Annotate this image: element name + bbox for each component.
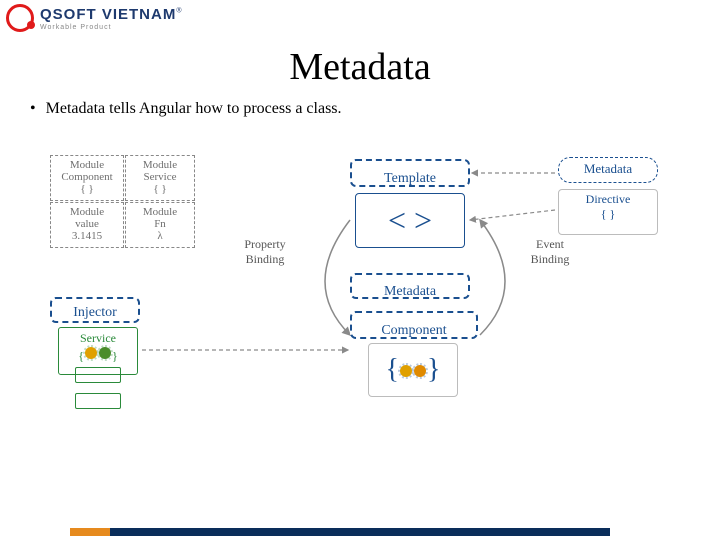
brand-logo: QSOFT VIETNAM® Workable Product xyxy=(6,4,182,32)
architecture-diagram: Module Component { } Module Service { } … xyxy=(50,155,670,465)
module-fn-glyph: λ xyxy=(126,230,194,242)
component-braces-glyph: {} xyxy=(386,354,441,386)
service-box: Service {} xyxy=(58,327,138,375)
property-binding-label: Property Binding xyxy=(225,237,305,267)
brand-name: QSOFT VIETNAM xyxy=(40,6,176,23)
bullet-row: • Metadata tells Angular how to process … xyxy=(30,100,342,118)
module-service-box: Module Service { } xyxy=(125,155,195,201)
module-service-label: Module Service xyxy=(126,159,194,183)
metadata-cloud: Metadata xyxy=(558,157,658,183)
footer-bar xyxy=(110,528,610,536)
template-angle-icon: < > xyxy=(355,193,465,248)
component-braces-icon: {} xyxy=(368,343,458,397)
module-service-glyph: { } xyxy=(126,183,194,195)
bullet-icon: • xyxy=(30,100,36,118)
template-box: Template xyxy=(350,159,470,187)
injector-box: Injector xyxy=(50,297,140,323)
module-value-box: Module value 3.1415 xyxy=(50,202,124,248)
brand-sup: ® xyxy=(176,7,181,14)
bullet-text: Metadata tells Angular how to process a … xyxy=(46,100,342,118)
brand-tagline: Workable Product xyxy=(40,24,182,31)
directive-box: Directive { } xyxy=(558,189,658,235)
module-fn-label: Module Fn xyxy=(126,206,194,230)
service-label: Service xyxy=(59,331,137,346)
metadata-pill: Metadata xyxy=(350,273,470,299)
module-component-label: Module Component xyxy=(51,159,123,183)
logo-mark-icon xyxy=(6,4,34,32)
directive-glyph: { } xyxy=(559,207,657,222)
event-binding-label: Event Binding xyxy=(510,237,590,267)
slide-title: Metadata xyxy=(0,45,720,89)
module-fn-box: Module Fn λ xyxy=(125,202,195,248)
module-component-box: Module Component { } xyxy=(50,155,124,201)
mini-service-icon xyxy=(75,393,121,409)
directive-label: Directive xyxy=(559,192,657,207)
module-component-glyph: { } xyxy=(51,183,123,195)
module-value-label: Module value xyxy=(51,206,123,230)
service-gears-icon: {} xyxy=(59,346,137,364)
component-box: Component xyxy=(350,311,478,339)
mini-service-icon xyxy=(75,367,121,383)
module-value-glyph: 3.1415 xyxy=(51,230,123,242)
